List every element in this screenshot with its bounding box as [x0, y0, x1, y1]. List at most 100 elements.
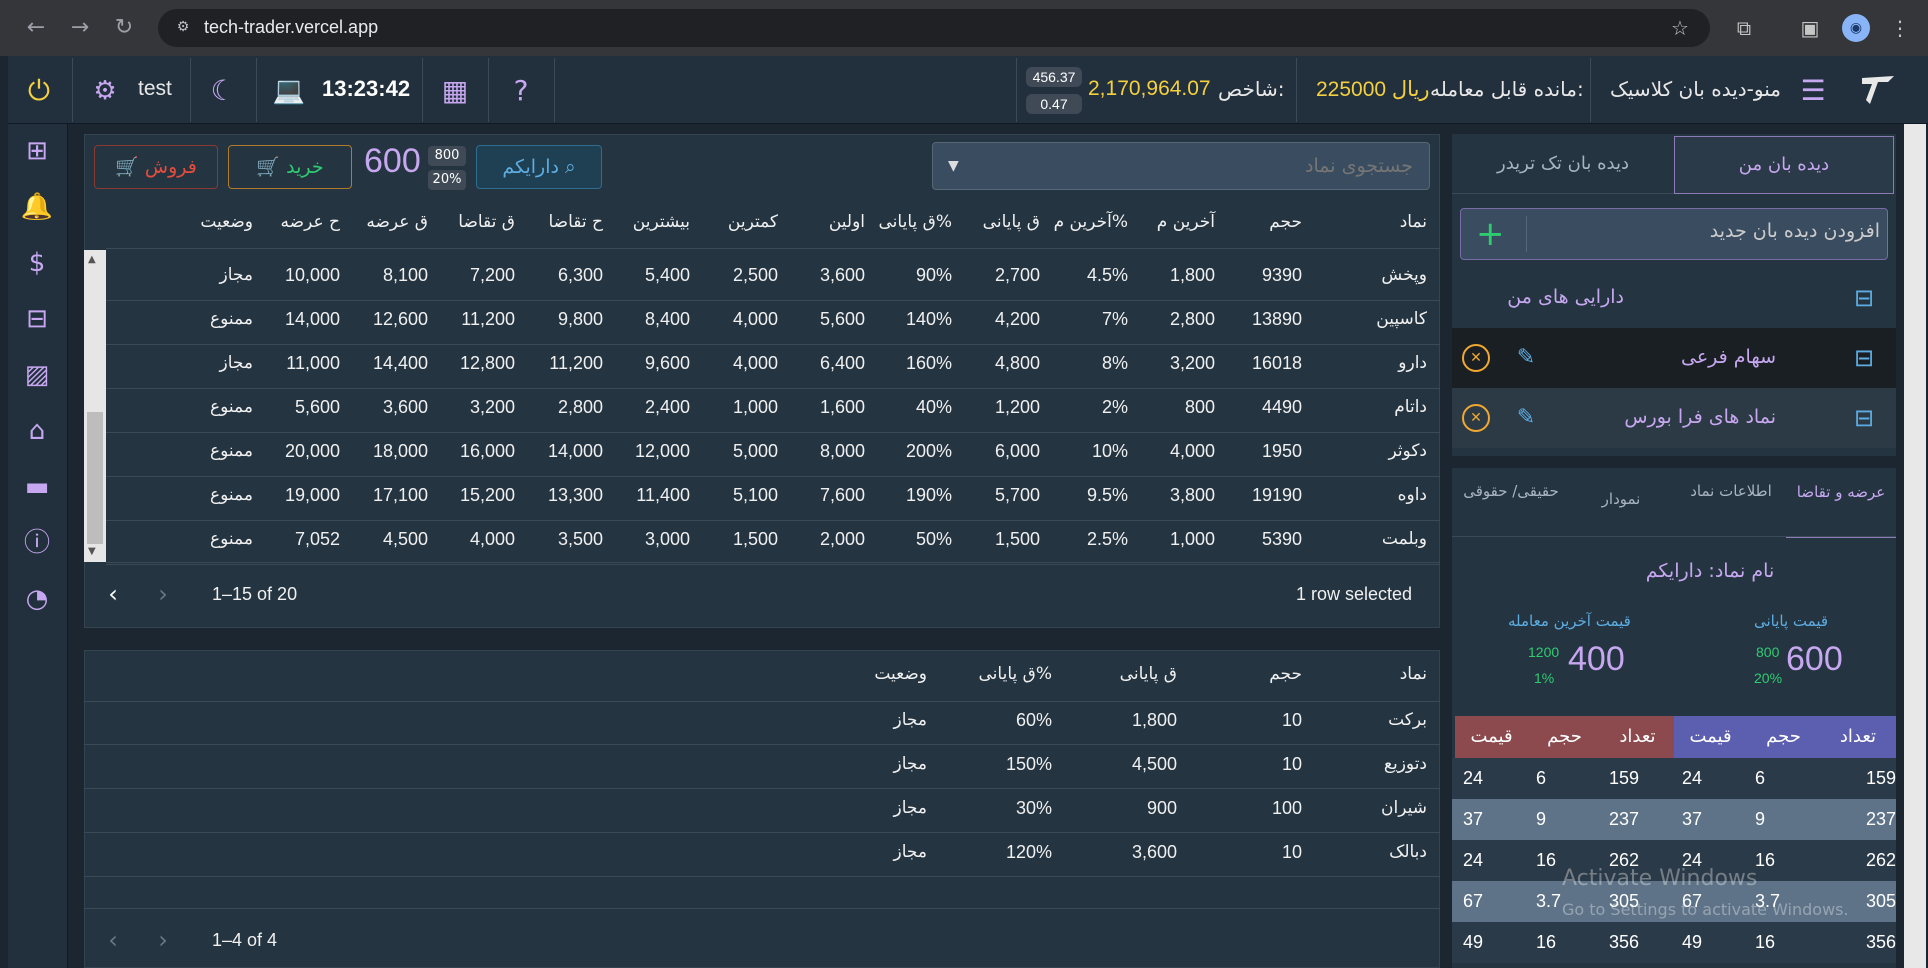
portfolio-next-page-icon[interactable]: ›	[148, 926, 178, 956]
hamburger-menu-icon[interactable]: ☰	[1796, 74, 1830, 108]
bank-icon[interactable]: ⌂	[20, 414, 54, 448]
table-cell[interactable]: 11,200	[461, 309, 515, 330]
table-cell[interactable]: 1,800	[1170, 265, 1215, 286]
orderbook-cell[interactable]: 16	[1536, 922, 1556, 963]
table-cell[interactable]: وپخش	[1381, 265, 1427, 285]
table-cell[interactable]: 160%	[906, 353, 952, 374]
page-scrollbar[interactable]	[1904, 124, 1926, 968]
table-cell[interactable]: 30%	[1016, 798, 1052, 819]
address-bar[interactable]	[158, 9, 1710, 47]
bell-icon[interactable]: 🔔	[20, 190, 54, 224]
table-cell[interactable]: 5,700	[995, 485, 1040, 506]
column-header[interactable]: ق پایانی	[983, 212, 1040, 232]
pie-chart-icon[interactable]: ◔	[20, 582, 54, 616]
table-cell[interactable]: 50%	[916, 529, 952, 550]
column-header[interactable]: حجم	[1269, 664, 1302, 684]
table-cell[interactable]: 190%	[906, 485, 952, 506]
table-cell[interactable]: 3,800	[1170, 485, 1215, 506]
watchlist-item-label[interactable]: سهام فرعی	[1681, 346, 1776, 368]
column-header[interactable]: آخرین م	[1157, 212, 1215, 232]
buy-button[interactable]: 🛒 خرید	[228, 145, 352, 189]
help-icon[interactable]: ?	[504, 74, 538, 108]
table-cell[interactable]: 16,000	[460, 441, 515, 462]
table-cell[interactable]: 5,000	[733, 441, 778, 462]
table-cell[interactable]: ممنوع	[210, 441, 253, 461]
table-cell[interactable]: 10	[1282, 754, 1302, 775]
table-cell[interactable]: 1,200	[995, 397, 1040, 418]
scroll-down-icon[interactable]: ▼	[88, 546, 96, 557]
orderbook-cell[interactable]: 159	[1866, 758, 1896, 799]
table-cell[interactable]: مجاز	[220, 265, 253, 285]
table-cell[interactable]: برکت	[1388, 710, 1427, 730]
orderbook-cell[interactable]: 356	[1866, 922, 1896, 963]
table-cell[interactable]: 1,500	[733, 529, 778, 550]
table-cell[interactable]: 4,800	[995, 353, 1040, 374]
orderbook-cell[interactable]: 67	[1463, 881, 1483, 922]
table-cell[interactable]: 1,600	[820, 397, 865, 418]
tab-real-legal[interactable]: حقیقی/ حقوقی	[1456, 482, 1566, 500]
table-cell[interactable]: شیران	[1381, 798, 1427, 818]
column-header[interactable]: ق پایانی%	[979, 664, 1052, 684]
table-cell[interactable]: مجاز	[220, 353, 253, 373]
table-cell[interactable]: 5,600	[820, 309, 865, 330]
table-cell[interactable]: 2,500	[733, 265, 778, 286]
info-icon[interactable]: ⓘ	[20, 526, 54, 560]
table-cell[interactable]: وبلمت	[1382, 529, 1427, 549]
sell-button[interactable]: 🛒 فروش	[94, 145, 218, 189]
table-cell[interactable]: دبالک	[1389, 842, 1427, 862]
table-cell[interactable]: 10	[1282, 710, 1302, 731]
symbol-search-input[interactable]	[932, 142, 1430, 190]
table-cell[interactable]: 11,000	[286, 353, 340, 374]
edit-calendar-icon[interactable]: ✎	[1512, 404, 1540, 432]
table-cell[interactable]: 9,800	[558, 309, 603, 330]
table-cell[interactable]: دارو	[1398, 353, 1427, 373]
table-cell[interactable]: 1,500	[995, 529, 1040, 550]
tab-orderbook[interactable]: عرضه و تقاضا	[1786, 480, 1896, 538]
table-cell[interactable]: 8,100	[383, 265, 428, 286]
table-cell[interactable]: 1,000	[733, 397, 778, 418]
orderbook-cell[interactable]: 159	[1609, 758, 1639, 799]
table-cell[interactable]: 3,600	[1132, 842, 1177, 863]
table-cell[interactable]: 2.5%	[1087, 529, 1128, 550]
add-plus-icon[interactable]: +	[1476, 214, 1505, 254]
column-header[interactable]: اولین	[829, 212, 865, 232]
table-cell[interactable]: 17,100	[373, 485, 428, 506]
table-cell[interactable]: 100	[1272, 798, 1302, 819]
orderbook-cell[interactable]: 9	[1755, 799, 1765, 840]
table-cell[interactable]: 1950	[1262, 441, 1302, 462]
table-cell[interactable]: 4,500	[1132, 754, 1177, 775]
table-cell[interactable]: 2,800	[1170, 309, 1215, 330]
power-icon[interactable]: ⏻	[22, 74, 56, 108]
orderbook-cell[interactable]: 16	[1755, 840, 1775, 881]
table-cell[interactable]: ممنوع	[210, 529, 253, 549]
table-cell[interactable]: 3,000	[645, 529, 690, 550]
orderbook-cell[interactable]: 305	[1866, 881, 1896, 922]
table-cell[interactable]: 4,000	[1170, 441, 1215, 462]
table-cell[interactable]: 18,000	[373, 441, 428, 462]
edit-calendar-icon[interactable]: ✎	[1512, 344, 1540, 372]
url-text[interactable]: tech-trader.vercel.app	[204, 17, 378, 38]
orderbook-cell[interactable]: 3.7	[1536, 881, 1561, 922]
table-cell[interactable]: 5,600	[295, 397, 340, 418]
table-cell[interactable]: 4.5%	[1087, 265, 1128, 286]
delete-icon[interactable]: ✕	[1462, 344, 1490, 372]
site-settings-icon[interactable]: ⚙	[172, 16, 194, 38]
column-header[interactable]: آخرین م%	[1054, 212, 1128, 232]
tab-my-watchlist[interactable]: دیده بان من	[1674, 136, 1894, 194]
table-cell[interactable]: 14,400	[373, 353, 428, 374]
table-cell[interactable]: 6,300	[558, 265, 603, 286]
forward-icon[interactable]: →	[66, 14, 94, 42]
orderbook-cell[interactable]: 237	[1609, 799, 1639, 840]
table-cell[interactable]: 14,000	[548, 441, 603, 462]
column-header[interactable]: نماد	[1400, 664, 1427, 684]
table-cell[interactable]: مجاز	[894, 754, 927, 774]
orderbook-cell[interactable]: 49	[1463, 922, 1483, 963]
table-cell[interactable]: 4,000	[733, 353, 778, 374]
table-cell[interactable]: ممنوع	[210, 309, 253, 329]
table-cell[interactable]: 10,000	[285, 265, 340, 286]
side-panel-icon[interactable]: ▣	[1796, 14, 1824, 42]
table-cell[interactable]: داوه	[1398, 485, 1427, 505]
table-cell[interactable]: 4,000	[470, 529, 515, 550]
table-cell[interactable]: 15,200	[460, 485, 515, 506]
orderbook-cell[interactable]: 356	[1609, 922, 1639, 963]
